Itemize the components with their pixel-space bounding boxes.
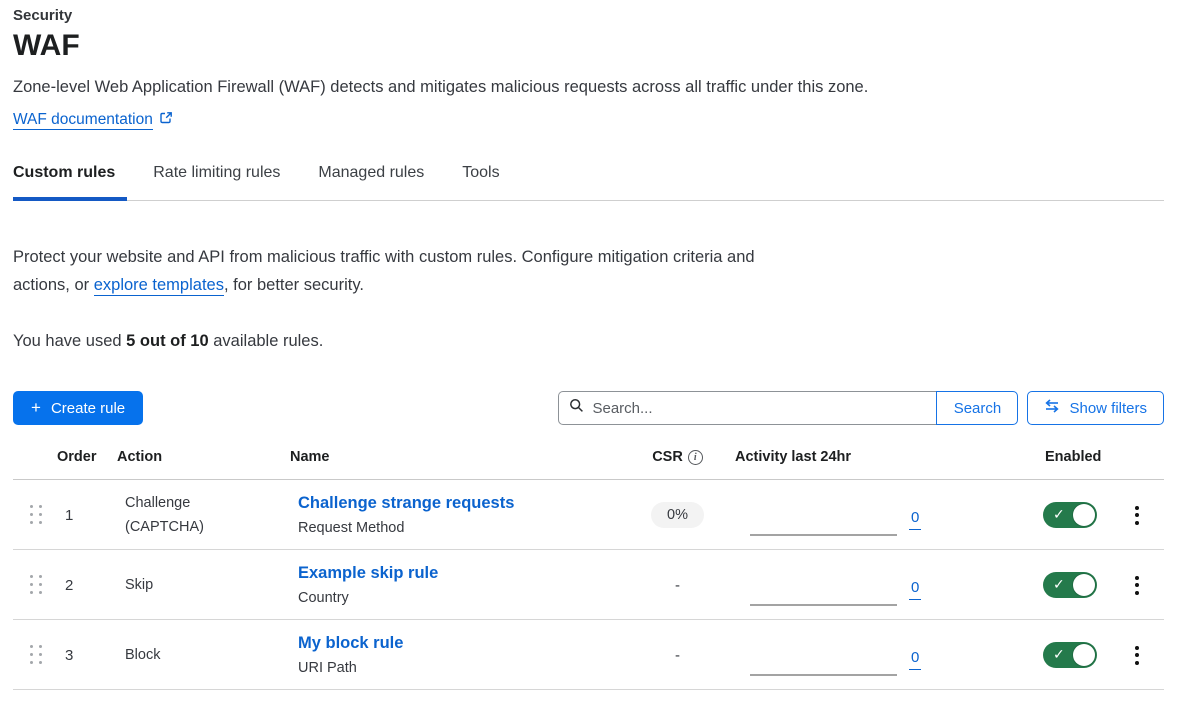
activity-cell: 0: [725, 550, 935, 620]
drag-handle-icon[interactable]: [30, 505, 57, 525]
toggle-knob: [1073, 574, 1095, 596]
usage-count: 5 out of 10: [126, 332, 209, 350]
kebab-menu-icon[interactable]: [1127, 640, 1147, 671]
rule-name-cell: Challenge strange requests Request Metho…: [290, 494, 630, 536]
activity-cell: 0: [725, 620, 935, 690]
page-title: WAF: [13, 29, 1164, 63]
csr-badge: 0%: [651, 502, 704, 528]
column-header-order: Order: [57, 449, 117, 465]
usage-prefix: You have used: [13, 332, 126, 350]
rule-action: Block: [117, 643, 227, 667]
create-rule-label: Create rule: [51, 400, 125, 417]
usage-suffix: available rules.: [209, 332, 324, 350]
table-row: 1 Challenge (CAPTCHA) Challenge strange …: [13, 480, 1164, 550]
table-header-row: Order Action Name CSR i Activity last 24…: [13, 449, 1164, 480]
show-filters-label: Show filters: [1069, 400, 1147, 417]
column-header-enabled: Enabled: [1035, 449, 1110, 465]
kebab-menu-icon[interactable]: [1127, 570, 1147, 601]
swap-arrows-icon: [1044, 399, 1060, 417]
intro-text: Protect your website and API from malici…: [13, 243, 758, 299]
activity-count-link[interactable]: 0: [909, 649, 921, 670]
csr-value-cell: -: [675, 647, 680, 664]
page-description: Zone-level Web Application Firewall (WAF…: [13, 78, 1164, 97]
waf-documentation-link[interactable]: WAF documentation: [13, 111, 153, 130]
explore-templates-link[interactable]: explore templates: [94, 276, 224, 296]
search-button[interactable]: Search: [936, 391, 1018, 425]
toggle-knob: [1073, 644, 1095, 666]
search-icon: [569, 398, 584, 418]
rule-order: 1: [57, 507, 117, 524]
toolbar: + Create rule Search Show filters: [13, 391, 1164, 425]
rule-field: Request Method: [298, 520, 630, 536]
show-filters-button[interactable]: Show filters: [1027, 391, 1164, 425]
csr-label: CSR: [652, 449, 683, 465]
column-header-name: Name: [290, 449, 630, 465]
custom-rules-table: Order Action Name CSR i Activity last 24…: [13, 449, 1164, 690]
rule-name-link[interactable]: Example skip rule: [298, 564, 630, 583]
rule-action: Challenge (CAPTCHA): [117, 491, 227, 539]
activity-sparkline: [750, 674, 897, 676]
waf-page: Security WAF Zone-level Web Application …: [0, 0, 1177, 707]
rule-order: 2: [57, 577, 117, 594]
search-box: [558, 391, 936, 425]
tab-managed-rules[interactable]: Managed rules: [318, 164, 436, 201]
tab-tools[interactable]: Tools: [462, 164, 511, 201]
enabled-toggle[interactable]: ✓: [1043, 572, 1097, 598]
check-icon: ✓: [1053, 576, 1065, 593]
column-header-activity: Activity last 24hr: [725, 449, 935, 465]
csr-value-cell: 0%: [651, 502, 704, 528]
plus-icon: +: [31, 398, 41, 418]
column-header-csr: CSR i: [652, 449, 703, 465]
rule-order: 3: [57, 647, 117, 664]
check-icon: ✓: [1053, 506, 1065, 523]
tab-rate-limiting-rules[interactable]: Rate limiting rules: [153, 164, 292, 201]
csr-value-cell: -: [675, 577, 680, 594]
activity-count-link[interactable]: 0: [909, 509, 921, 530]
rule-name-link[interactable]: Challenge strange requests: [298, 494, 630, 513]
activity-count-link[interactable]: 0: [909, 579, 921, 600]
activity-sparkline: [750, 534, 897, 536]
toggle-knob: [1073, 504, 1095, 526]
enabled-cell: ✓: [1035, 642, 1110, 668]
external-link-icon: [159, 111, 173, 130]
rule-field: URI Path: [298, 660, 630, 676]
create-rule-button[interactable]: + Create rule: [13, 391, 143, 425]
usage-text: You have used 5 out of 10 available rule…: [13, 332, 1164, 351]
activity-cell: 0: [725, 480, 935, 550]
tab-custom-rules[interactable]: Custom rules: [13, 164, 127, 201]
search-input[interactable]: [592, 400, 926, 417]
tab-bar: Custom rules Rate limiting rules Managed…: [13, 164, 1164, 201]
column-header-action: Action: [117, 449, 290, 465]
activity-sparkline: [750, 604, 897, 606]
enabled-cell: ✓: [1035, 572, 1110, 598]
rule-name-cell: My block rule URI Path: [290, 634, 630, 676]
drag-handle-icon[interactable]: [30, 575, 57, 595]
kebab-menu-icon[interactable]: [1127, 500, 1147, 531]
table-row: 2 Skip Example skip rule Country - 0 ✓: [13, 550, 1164, 620]
table-row: 3 Block My block rule URI Path - 0 ✓: [13, 620, 1164, 690]
rule-action: Skip: [117, 573, 227, 597]
enabled-toggle[interactable]: ✓: [1043, 642, 1097, 668]
rule-name-link[interactable]: My block rule: [298, 634, 630, 653]
search-group: Search: [558, 391, 1018, 425]
intro-text-after: , for better security.: [224, 276, 364, 294]
enabled-toggle[interactable]: ✓: [1043, 502, 1097, 528]
check-icon: ✓: [1053, 646, 1065, 663]
rule-field: Country: [298, 590, 630, 606]
info-icon[interactable]: i: [688, 450, 703, 465]
drag-handle-icon[interactable]: [30, 645, 57, 665]
rule-name-cell: Example skip rule Country: [290, 564, 630, 606]
breadcrumb: Security: [13, 7, 1164, 24]
doc-link-row: WAF documentation: [13, 111, 1164, 130]
enabled-cell: ✓: [1035, 502, 1110, 528]
